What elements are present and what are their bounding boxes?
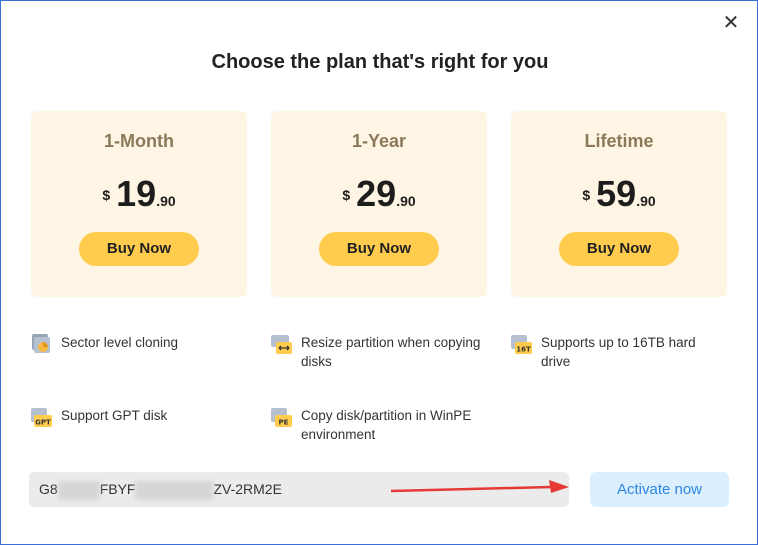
feature-text: Supports up to 16TB hard drive — [541, 335, 696, 369]
currency-symbol: $ — [582, 187, 591, 203]
svg-text:16T: 16T — [516, 346, 531, 354]
price-decimal: .90 — [396, 193, 416, 209]
license-key-part: FBYF — [99, 481, 136, 497]
svg-text:GPT: GPT — [35, 419, 51, 427]
feature-resize-partition: Resize partition when copying disks — [270, 333, 500, 373]
price-decimal: .90 — [156, 193, 176, 209]
plans-row: 1-Month $19.90 Buy Now 1-Year $29.90 Buy… — [31, 111, 729, 297]
plan-card-1-month: 1-Month $19.90 Buy Now — [31, 111, 247, 297]
license-key-part: ZV-2RM2E — [213, 481, 282, 497]
feature-winpe-copy: PE Copy disk/partition in WinPE environme… — [270, 406, 500, 446]
plan-price: $19.90 — [31, 173, 247, 215]
plan-dialog: ✕ Choose the plan that's right for you 1… — [0, 0, 758, 545]
plan-card-lifetime: Lifetime $59.90 Buy Now — [511, 111, 727, 297]
close-icon[interactable]: ✕ — [721, 13, 741, 33]
svg-text:PE: PE — [279, 419, 289, 427]
buy-now-button-1-month[interactable]: Buy Now — [79, 232, 199, 266]
feature-text: Support GPT disk — [61, 408, 168, 423]
resize-partition-icon — [271, 335, 292, 354]
buy-now-button-lifetime[interactable]: Buy Now — [559, 232, 679, 266]
redacted-segment — [57, 480, 100, 500]
plan-price: $59.90 — [511, 173, 727, 215]
license-key-part: G8 — [39, 481, 58, 497]
winpe-disk-icon: PE — [271, 408, 292, 427]
feature-gpt-disk: GPT Support GPT disk — [30, 406, 250, 446]
dialog-title: Choose the plan that's right for you — [211, 51, 549, 73]
red-arrow-annotation — [391, 480, 569, 493]
feature-text: Copy disk/partition in WinPE environment — [301, 408, 472, 442]
feature-sector-cloning: Sector level cloning — [30, 333, 250, 373]
sector-clone-icon — [32, 334, 50, 353]
plan-price: $29.90 — [271, 173, 487, 215]
plan-name: Lifetime — [584, 131, 654, 151]
price-decimal: .90 — [636, 193, 656, 209]
plan-card-1-year: 1-Year $29.90 Buy Now — [271, 111, 487, 297]
price-integer: 59 — [596, 173, 637, 214]
plan-name: 1-Month — [104, 131, 174, 151]
plan-name: 1-Year — [351, 131, 407, 151]
16tb-disk-icon: 16T — [511, 335, 532, 354]
buy-now-button-1-year[interactable]: Buy Now — [319, 232, 439, 266]
currency-symbol: $ — [342, 187, 351, 203]
price-integer: 19 — [116, 173, 157, 214]
currency-symbol: $ — [102, 187, 111, 203]
redacted-segment — [135, 480, 214, 500]
feature-text: Resize partition when copying disks — [301, 335, 481, 369]
gpt-disk-icon: GPT — [31, 408, 52, 427]
feature-text: Sector level cloning — [61, 335, 179, 350]
activate-now-button[interactable]: Activate now — [590, 472, 729, 507]
price-integer: 29 — [356, 173, 397, 214]
feature-16tb-support: 16T Supports up to 16TB hard drive — [510, 333, 730, 373]
